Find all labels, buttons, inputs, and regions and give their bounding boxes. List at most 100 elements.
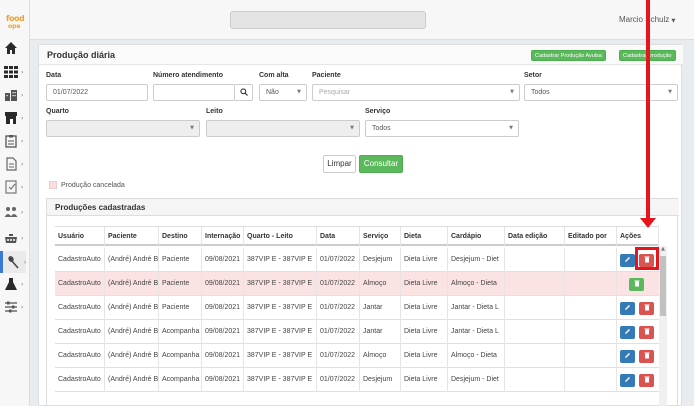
delete-button[interactable]	[639, 374, 654, 387]
leito-select[interactable]: ▼	[206, 120, 360, 137]
nav-reports[interactable]: ›	[4, 130, 30, 152]
nav-documents[interactable]: ›	[4, 153, 30, 175]
column-header: Destino	[159, 227, 202, 247]
home-icon	[4, 41, 18, 55]
nav-forms[interactable]: ›	[4, 176, 30, 198]
column-header: Dieta	[401, 227, 448, 247]
restore-button[interactable]	[629, 278, 644, 291]
servico-label: Serviço	[365, 108, 391, 115]
add-avulsa-production-button[interactable]: Cadastrar Produção Avulsa	[531, 50, 606, 61]
nav-store[interactable]: ›	[4, 107, 30, 129]
column-header: Usuário	[55, 227, 105, 247]
date-value: 01/07/2022	[53, 89, 89, 96]
cell-usuario: CadastroAuto	[55, 248, 105, 272]
trash-icon	[644, 328, 650, 337]
nav-home[interactable]	[4, 37, 30, 59]
cell-destino: Paciente	[159, 248, 202, 272]
nav-production[interactable]: ›	[0, 251, 26, 273]
trash-icon	[644, 304, 650, 313]
annotation-highlight-box	[635, 247, 659, 270]
cell-quarto: 387VIP E - 387VIP E	[244, 368, 317, 392]
cell-internacao: 09/08/2021	[202, 368, 244, 392]
search-submit-button[interactable]: Consultar	[359, 155, 403, 173]
cell-paciente: (André) André B	[105, 344, 159, 368]
chevron-right-icon: ›	[21, 234, 24, 242]
pot-icon	[4, 231, 18, 245]
cell-editado-por	[565, 272, 617, 296]
cell-editado-por	[565, 248, 617, 272]
column-header: Cardápio	[448, 227, 505, 247]
edit-button[interactable]	[620, 302, 635, 315]
edit-button[interactable]	[620, 254, 635, 267]
servico-select[interactable]: Todos ▼	[365, 120, 519, 137]
logo-text-line1: food	[6, 14, 25, 23]
date-input[interactable]: 01/07/2022	[46, 84, 148, 101]
pencil-icon	[624, 328, 631, 337]
delete-button[interactable]	[639, 326, 654, 339]
cell-cardapio: Desjejum - Diet	[448, 248, 505, 272]
global-search-input[interactable]	[230, 11, 426, 29]
atendimento-input[interactable]	[153, 84, 235, 101]
chevron-right-icon: ›	[21, 280, 24, 288]
paciente-select[interactable]: Pesquisar ▼	[312, 84, 520, 101]
nav-kitchen[interactable]: ›	[4, 227, 30, 249]
nav-lab[interactable]: ›	[4, 273, 30, 295]
search-button[interactable]	[235, 84, 253, 101]
nav-settings[interactable]: ›	[4, 296, 30, 318]
table-row: CadastroAuto (André) André B Paciente 09/08…	[55, 248, 659, 272]
nav-dashboard[interactable]: ›	[4, 61, 30, 83]
app-logo[interactable]: food ope	[4, 14, 28, 34]
alta-value: Não	[266, 89, 279, 96]
nav-buildings[interactable]: ›	[4, 84, 30, 106]
pencil-icon	[624, 376, 631, 385]
building-icon	[4, 88, 18, 102]
cell-servico: Almoço	[360, 272, 401, 296]
cell-servico: Desjejum	[360, 248, 401, 272]
quarto-label: Quarto	[46, 108, 69, 115]
setor-select[interactable]: Todos ▼	[524, 84, 678, 101]
chevron-right-icon: ›	[21, 137, 24, 145]
scroll-up-icon[interactable]: ▲	[659, 246, 667, 254]
table-row: CadastroAuto (André) André B Acompanha 09/0…	[55, 344, 659, 368]
chevron-right-icon: ›	[21, 160, 24, 168]
quarto-select[interactable]: ▼	[46, 120, 200, 137]
cell-data-edicao	[505, 248, 565, 272]
table-row: CadastroAuto (André) André B Acompanha 09/0…	[55, 320, 659, 344]
cell-internacao: 09/08/2021	[202, 344, 244, 368]
cell-internacao: 09/08/2021	[202, 272, 244, 296]
delete-button[interactable]	[639, 350, 654, 363]
table-scrollbar[interactable]: ▲	[659, 246, 667, 406]
cell-data-edicao	[505, 368, 565, 392]
sidebar: food ope › › › › › › › › › › ›	[0, 0, 30, 406]
cell-editado-por	[565, 320, 617, 344]
form-icon	[4, 180, 18, 194]
spoon-icon	[7, 255, 21, 269]
edit-button[interactable]	[620, 326, 635, 339]
trash-icon	[644, 376, 650, 385]
cell-internacao: 09/08/2021	[202, 296, 244, 320]
cell-data-edicao	[505, 296, 565, 320]
store-icon	[4, 111, 18, 125]
paciente-label: Paciente	[312, 72, 341, 79]
clear-button[interactable]: Limpar	[323, 155, 356, 173]
delete-button[interactable]	[639, 302, 654, 315]
nav-users[interactable]: ›	[4, 201, 30, 223]
alta-select[interactable]: Não ▼	[259, 84, 307, 101]
cell-cardapio: Jantar - Dieta L	[448, 320, 505, 344]
edit-button[interactable]	[620, 374, 635, 387]
pencil-icon	[624, 256, 631, 265]
column-header: Ações	[617, 227, 659, 247]
atendimento-label: Número atendimento	[153, 72, 224, 79]
edit-button[interactable]	[620, 350, 635, 363]
servico-value: Todos	[372, 125, 391, 132]
productions-title: Produções cadastradas	[55, 203, 146, 212]
chevron-right-icon: ›	[21, 68, 24, 76]
scrollbar-thumb[interactable]	[660, 256, 666, 316]
cell-dieta: Dieta Livre	[401, 296, 448, 320]
cell-servico: Jantar	[360, 320, 401, 344]
cell-usuario: CadastroAuto	[55, 320, 105, 344]
column-header: Paciente	[105, 227, 159, 247]
cell-usuario: CadastroAuto	[55, 272, 105, 296]
table-row: CadastroAuto (André) André B Acompanha 09/0…	[55, 368, 659, 392]
cancelled-legend-swatch	[49, 181, 57, 189]
